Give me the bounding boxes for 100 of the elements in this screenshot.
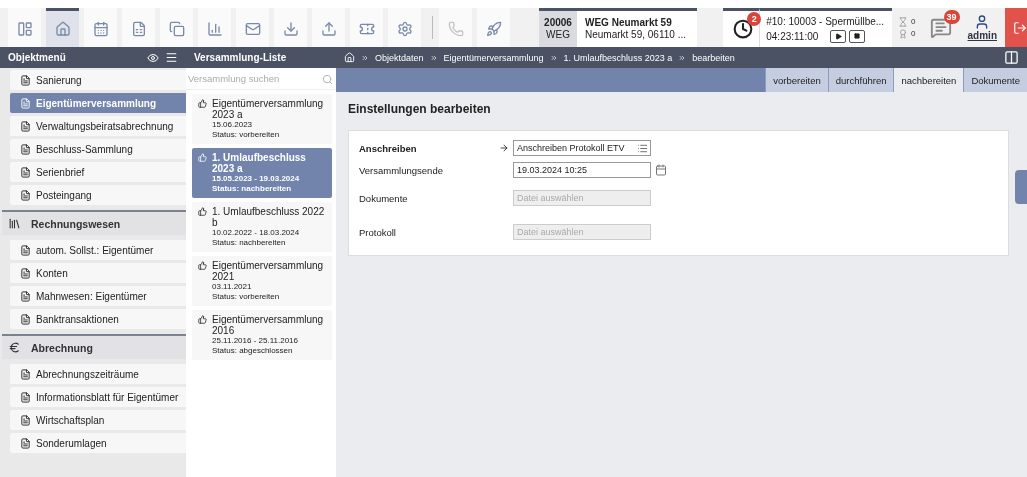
toolbar-button[interactable] bbox=[350, 8, 383, 47]
menu-item[interactable]: Sanierung bbox=[10, 70, 186, 90]
field-label: Anschreiben bbox=[359, 142, 418, 154]
meeting-item[interactable]: Eigentümerversammlung 2016 25.11.2016 - 25.11.2016 Status: abgeschlossen bbox=[192, 310, 332, 360]
menu-item[interactable]: Sonderumlagen bbox=[10, 433, 186, 453]
date-field[interactable]: 19.03.2024 10:25 bbox=[513, 162, 651, 178]
phone-icon bbox=[447, 21, 464, 37]
breadcrumb-link[interactable]: 1. Umlaufbeschluss 2023 a bbox=[563, 52, 673, 63]
breadcrumb-link[interactable]: bearbeiten bbox=[692, 52, 735, 63]
menu-item[interactable]: Posteingang bbox=[10, 185, 186, 205]
chevron-icon bbox=[429, 53, 438, 62]
copy-icon bbox=[168, 21, 185, 37]
ticket-icon bbox=[358, 21, 375, 37]
menu-item[interactable]: Mahnwesen: Eigentümer bbox=[10, 286, 186, 306]
menu-item[interactable]: autom. Sollst.: Eigentümer bbox=[10, 240, 186, 260]
menu-item[interactable]: Wirtschaftsplan bbox=[10, 410, 186, 430]
menu-item[interactable]: Serienbrief bbox=[10, 162, 186, 182]
meeting-item[interactable]: 1. Umlaufbeschluss 2023 a 15.05.2023 - 19.03.2024 Status: nachbereiten bbox=[192, 148, 332, 198]
thumbs-up-icon bbox=[198, 207, 207, 216]
list-icon[interactable] bbox=[637, 142, 648, 154]
menu-item[interactable]: Beschluss-Sammlung bbox=[10, 139, 186, 159]
menu-item[interactable]: Banktransaktionen bbox=[10, 309, 186, 329]
breadcrumb-link[interactable]: Objektdaten bbox=[375, 52, 424, 63]
thumbs-up-icon bbox=[198, 315, 207, 324]
meeting-item[interactable]: Eigentümerversammlung 2023 a 15.06.2023 Status: vorbereiten bbox=[192, 94, 332, 144]
document-icon bbox=[20, 143, 31, 155]
object-info[interactable]: WEG Neumarkt 59 Neumarkt 59, 06110 ... bbox=[577, 8, 697, 47]
thumbs-up-icon bbox=[198, 153, 207, 162]
menu-item[interactable]: Abrechnungszeiträume bbox=[10, 364, 186, 384]
stop-icon bbox=[854, 33, 861, 39]
chart-icon bbox=[206, 21, 223, 37]
mail-icon bbox=[244, 21, 261, 37]
euro-icon bbox=[8, 341, 21, 354]
document-icon bbox=[20, 437, 31, 449]
menu-section[interactable]: Abrechnung bbox=[2, 334, 186, 359]
document-icon bbox=[20, 368, 31, 380]
document-icon bbox=[20, 414, 31, 426]
toolbar-button[interactable] bbox=[388, 8, 421, 47]
chevron-icon bbox=[678, 53, 687, 62]
counter: 0 bbox=[911, 29, 916, 38]
field-label: Dokumente bbox=[359, 192, 409, 204]
download-icon bbox=[282, 21, 299, 37]
logout-icon bbox=[1013, 20, 1027, 35]
menu-section[interactable]: Rechnungswesen bbox=[2, 210, 186, 235]
panel-title: Objektmenü bbox=[8, 52, 66, 63]
field-label: Versammlungsende bbox=[359, 164, 444, 176]
select-field[interactable]: Anschreiben Protokoll ETV bbox=[513, 140, 651, 156]
object-number[interactable]: 20006 WEG bbox=[539, 8, 577, 47]
tab[interactable]: Dokumente bbox=[963, 68, 1027, 92]
hourglass-icon bbox=[898, 16, 909, 27]
stop-button[interactable] bbox=[849, 29, 866, 43]
rocket-icon bbox=[485, 21, 502, 37]
tab[interactable]: durchführen bbox=[827, 68, 894, 92]
calendar-icon bbox=[92, 21, 109, 37]
meeting-item[interactable]: Eigentümerversammlung 2021 03.11.2021 Status: vorbereiten bbox=[192, 256, 332, 306]
menu-item[interactable]: Informationsblatt für Eigentümer bbox=[10, 387, 186, 407]
tab[interactable]: nachbereiten bbox=[893, 68, 964, 92]
menu-item[interactable]: Konten bbox=[10, 263, 186, 283]
columns-icon[interactable] bbox=[1004, 50, 1019, 65]
calendar-icon[interactable] bbox=[655, 164, 667, 176]
toolbar-button[interactable] bbox=[477, 8, 510, 47]
count-badge: 2 bbox=[747, 12, 762, 26]
menu-icon[interactable] bbox=[165, 51, 178, 64]
arrow-icon bbox=[499, 143, 509, 153]
menu-item[interactable]: Verwaltungsbeiratsabrechnung bbox=[10, 116, 186, 136]
document-icon bbox=[20, 189, 31, 201]
eye-icon[interactable] bbox=[147, 51, 159, 64]
timer-task: #10: 10003 - Spermüllbe... bbox=[766, 15, 885, 27]
home-icon[interactable] bbox=[344, 52, 355, 63]
toolbar-button[interactable] bbox=[84, 8, 117, 47]
tab[interactable]: vorbereiten bbox=[765, 68, 828, 92]
toolbar-button[interactable] bbox=[8, 8, 41, 47]
play-button[interactable] bbox=[830, 29, 847, 43]
thumbs-up-icon bbox=[198, 99, 207, 108]
document-icon bbox=[20, 120, 31, 132]
panel-title: Versammlung-Liste bbox=[194, 52, 287, 63]
user-link[interactable]: admin bbox=[959, 8, 1005, 47]
meeting-item[interactable]: 1. Umlaufbeschluss 2022 b 10.02.2022 - 18.03.2024 Status: nachbereiten bbox=[192, 202, 332, 252]
document-icon bbox=[20, 166, 31, 178]
document-icon bbox=[20, 244, 31, 256]
messages-button[interactable]: 39 bbox=[921, 8, 960, 47]
toolbar-button[interactable] bbox=[46, 8, 79, 47]
toolbar-button[interactable] bbox=[122, 8, 155, 47]
menu-item[interactable]: Eigentümerversammlung bbox=[10, 93, 186, 113]
timer-time: 04:23:11:00 bbox=[766, 30, 819, 42]
form-title: Einstellungen bearbeiten bbox=[348, 102, 492, 116]
counter: 0 bbox=[911, 17, 916, 26]
document-icon bbox=[20, 391, 31, 403]
clock-icon[interactable] bbox=[733, 19, 754, 39]
document-icon bbox=[20, 97, 31, 109]
books-icon bbox=[8, 217, 21, 230]
toolbar-button[interactable] bbox=[160, 8, 193, 47]
thumbs-up-icon bbox=[198, 261, 207, 270]
breadcrumb-link[interactable]: Eigentümerversammlung bbox=[443, 52, 544, 63]
field-label: Protokoll bbox=[359, 226, 397, 238]
chevron-icon bbox=[361, 53, 369, 62]
toolbar-button[interactable] bbox=[236, 8, 269, 47]
spreadsheet-icon bbox=[130, 21, 147, 37]
search-icon[interactable] bbox=[322, 73, 333, 85]
document-icon bbox=[20, 74, 31, 86]
